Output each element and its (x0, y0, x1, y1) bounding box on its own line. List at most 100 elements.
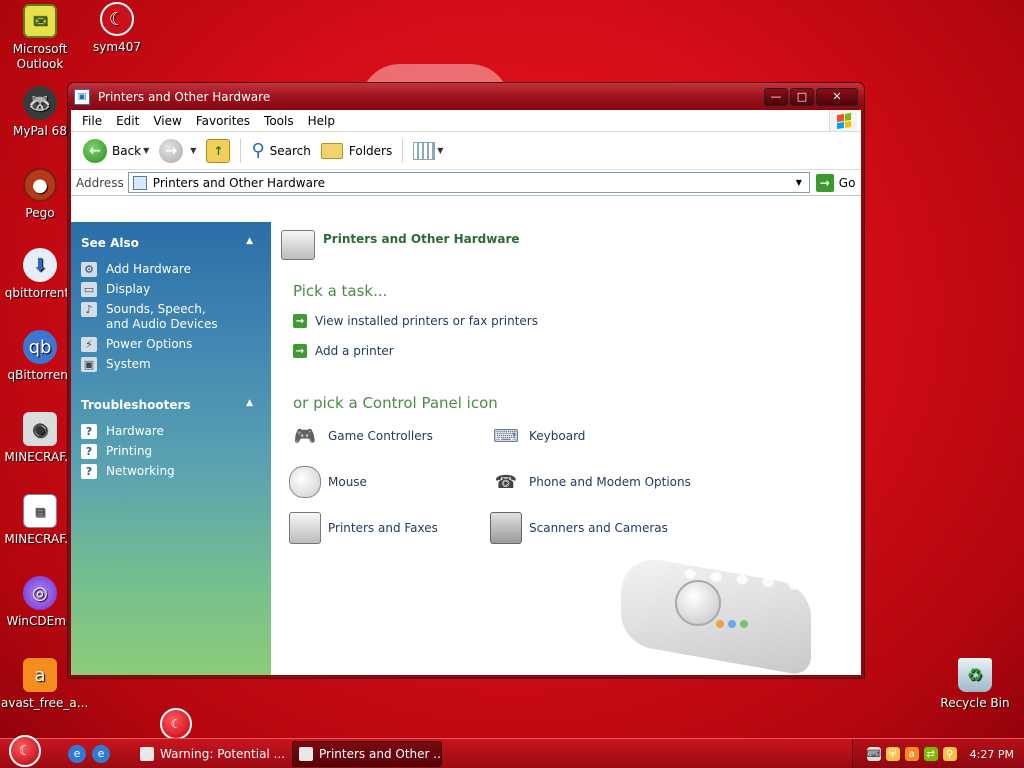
window-title: Printers and Other Hardware (98, 89, 271, 104)
system-icon: ▣ (81, 357, 97, 372)
cp-game-controllers[interactable]: 🎮 Game Controllers (289, 420, 433, 452)
address-bar: Address Printers and Other Hardware ▼ → … (71, 170, 861, 196)
phone-icon: ☎ (494, 471, 518, 493)
internet-explorer-icon[interactable]: e (68, 744, 86, 763)
shield-icon[interactable]: ⛨ (885, 747, 900, 761)
see-also-group: See Also ▲ ⚙ Add Hardware ▭ Display ♪ So… (81, 236, 271, 372)
maximize-button[interactable]: □ (790, 87, 814, 106)
collapse-icon[interactable]: ▲ (246, 236, 253, 250)
search-button[interactable]: ⚲ Search (247, 136, 314, 166)
document-icon: ▤ (23, 494, 57, 528)
menu-help[interactable]: Help (301, 114, 342, 128)
chevron-down-icon[interactable]: ▼ (437, 146, 443, 155)
menu-file[interactable]: File (75, 114, 109, 128)
taskbar: ☾ e e Warning: Potential ... Printers an… (0, 734, 1024, 768)
link-label: Add Hardware (106, 262, 191, 276)
troubleshooters-title: Troubleshooters (81, 398, 191, 412)
link-networking[interactable]: ? Networking (81, 464, 271, 479)
avast-icon[interactable]: a (904, 747, 919, 761)
search-icon: ⚲ (251, 140, 265, 161)
toolbar-separator (402, 138, 404, 163)
menu-tools[interactable]: Tools (257, 114, 301, 128)
go-label: Go (838, 175, 856, 190)
crescent-star-icon[interactable]: ☾ (160, 708, 192, 740)
taskbar-item-label: Warning: Potential ... (160, 746, 284, 761)
search-icon[interactable]: ⚲ (942, 747, 957, 761)
taskbar-item-warning[interactable]: Warning: Potential ... (134, 741, 284, 767)
link-label: Networking (106, 464, 175, 478)
address-field[interactable]: Printers and Other Hardware ▼ (127, 172, 810, 193)
link-system[interactable]: ▣ System (81, 357, 271, 372)
cp-label: Game Controllers (328, 429, 433, 443)
see-also-header[interactable]: See Also ▲ (81, 236, 271, 250)
link-label: Display (106, 282, 151, 296)
search-label: Search (269, 143, 311, 158)
link-power-options[interactable]: ⚡ Power Options (81, 337, 271, 352)
display-icon: ▭ (81, 282, 97, 297)
minimize-button[interactable]: — (764, 87, 788, 106)
back-arrow-icon: ← (83, 138, 107, 163)
pick-icon-heading: or pick a Control Panel icon (293, 394, 498, 412)
toolbar-separator (240, 138, 242, 163)
taskbar-item-label: Printers and Other ... (319, 746, 442, 761)
menu-view[interactable]: View (146, 114, 188, 128)
raccoon-icon: 🦝 (23, 86, 57, 120)
chevron-down-icon[interactable]: ▼ (190, 146, 196, 155)
control-panel-icon (132, 175, 147, 190)
keyboard-icon[interactable]: ⌨ (866, 747, 881, 761)
arrow-right-icon: → (293, 314, 307, 328)
control-panel-icon: ▣ (74, 88, 90, 105)
keyboard-icon: ⌨ (493, 425, 519, 447)
views-button[interactable]: ▼ (409, 136, 447, 166)
link-label: Power Options (106, 337, 193, 351)
start-button[interactable]: ☾ (0, 734, 50, 768)
up-button[interactable]: ↑ (202, 136, 234, 166)
link-sounds[interactable]: ♪ Sounds, Speech, and Audio Devices (81, 302, 271, 332)
link-hardware[interactable]: ? Hardware (81, 424, 271, 439)
network-icon[interactable]: ⇄ (923, 747, 938, 761)
chevron-down-icon[interactable]: ▼ (143, 146, 149, 155)
ie-alt-icon[interactable]: e (92, 744, 110, 763)
printer-fax-icon (289, 512, 321, 544)
wincdemu-icon: ◎ (23, 576, 57, 610)
desktop-icon-recycle-bin[interactable]: ♻ Recycle Bin (936, 658, 1014, 711)
recycle-bin-icon: ♻ (958, 658, 992, 692)
mouse-icon (289, 466, 321, 498)
desktop-icon-sym407[interactable]: ☾ sym407 (78, 2, 156, 55)
cp-label: Printers and Faxes (328, 521, 438, 535)
collapse-icon[interactable]: ▲ (246, 398, 253, 412)
outlook-icon: ✉ (23, 4, 57, 38)
menu-favorites[interactable]: Favorites (189, 114, 257, 128)
add-hardware-icon: ⚙ (81, 262, 97, 277)
title-bar[interactable]: ▣ Printers and Other Hardware — □ ✕ (68, 83, 864, 110)
warning-icon (140, 746, 154, 761)
back-button[interactable]: ← Back ▼ (79, 136, 153, 166)
link-label: System (106, 357, 151, 371)
desktop-icon-outlook[interactable]: ✉ Microsoft Outlook (1, 4, 79, 72)
task-view-printers[interactable]: → View installed printers or fax printer… (293, 314, 538, 328)
crescent-star-icon: ☾ (9, 734, 41, 767)
link-add-hardware[interactable]: ⚙ Add Hardware (81, 262, 271, 277)
arrow-right-icon: → (293, 344, 307, 358)
clock[interactable]: 4:27 PM (970, 748, 1014, 761)
chevron-down-icon[interactable]: ▼ (791, 174, 807, 191)
see-also-title: See Also (81, 236, 139, 250)
cp-printers-faxes[interactable]: Printers and Faxes (289, 512, 438, 544)
task-add-printer[interactable]: → Add a printer (293, 344, 394, 358)
folders-label: Folders (348, 143, 393, 158)
link-label: Printing (106, 444, 153, 458)
close-button[interactable]: ✕ (816, 87, 858, 106)
speaker-icon: ♪ (81, 302, 97, 317)
link-display[interactable]: ▭ Display (81, 282, 271, 297)
power-icon: ⚡ (81, 337, 97, 352)
cp-mouse[interactable]: Mouse (289, 466, 367, 498)
taskbar-item-printers[interactable]: Printers and Other ... (292, 740, 442, 767)
folders-button[interactable]: Folders (317, 136, 396, 166)
forward-arrow-icon: → (159, 138, 184, 163)
link-printing[interactable]: ? Printing (81, 444, 271, 459)
menu-edit[interactable]: Edit (109, 114, 146, 128)
go-button[interactable]: → Go (815, 173, 856, 192)
troubleshooters-header[interactable]: Troubleshooters ▲ (81, 398, 271, 412)
cp-keyboard[interactable]: ⌨ Keyboard (490, 420, 585, 452)
forward-button[interactable]: → ▼ (155, 136, 200, 166)
